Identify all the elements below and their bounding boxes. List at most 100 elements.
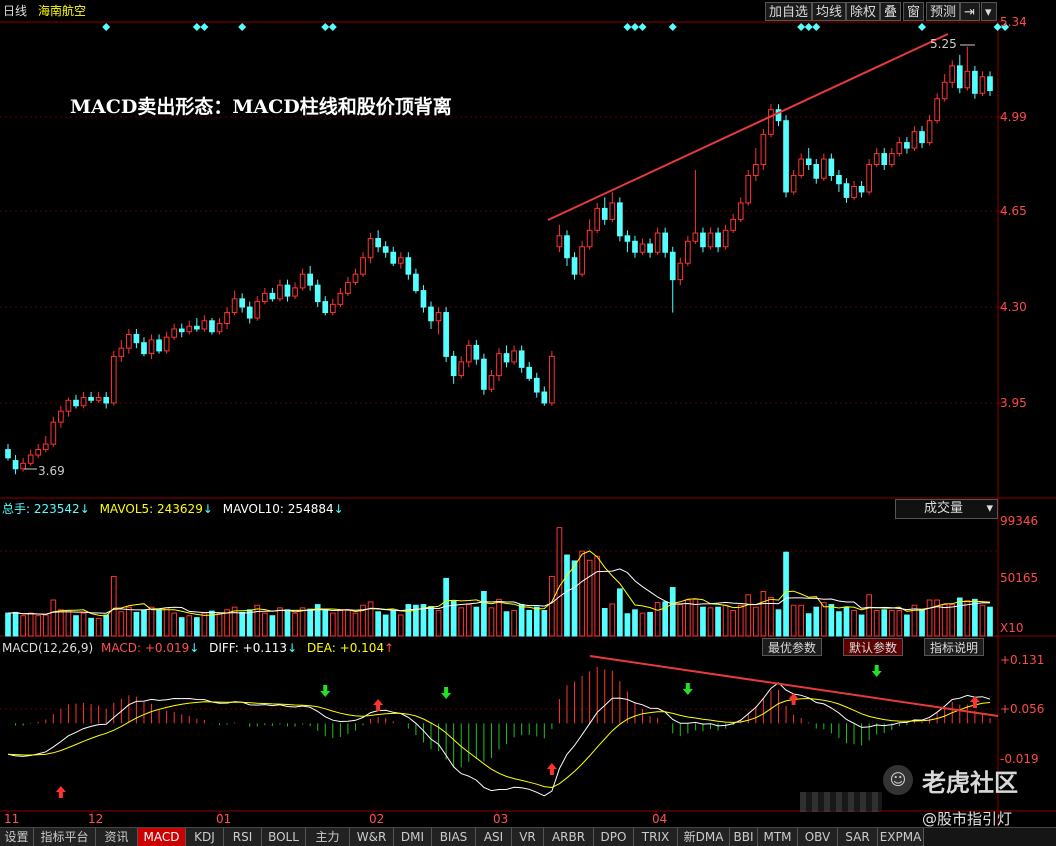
candle-body xyxy=(609,202,616,220)
candle-body xyxy=(163,336,170,352)
candle-body xyxy=(858,185,865,193)
candle-body xyxy=(934,98,940,122)
buy-arrow-icon xyxy=(546,763,557,775)
volume-bar xyxy=(299,607,306,637)
candle-body xyxy=(103,397,110,404)
volume-bar xyxy=(941,604,948,637)
volume-bar xyxy=(866,594,872,637)
volume-bar xyxy=(118,611,125,637)
candle-body xyxy=(601,207,608,220)
tab-rsi[interactable]: RSI xyxy=(224,828,262,846)
candle-body xyxy=(443,312,449,357)
volume-bar xyxy=(647,611,653,637)
tab-mtm[interactable]: MTM xyxy=(758,828,798,846)
tab-bbi[interactable]: BBI xyxy=(730,828,758,846)
volume-selector[interactable]: 成交量 ▾ xyxy=(895,499,998,519)
tab-arbr[interactable]: ARBR xyxy=(544,828,594,846)
volume-bar xyxy=(88,617,94,637)
dea-value: +0.104 xyxy=(339,641,385,655)
volume-bar xyxy=(148,606,155,637)
tab-boll[interactable]: BOLL xyxy=(262,828,306,846)
volume-bar xyxy=(873,609,880,637)
volume-bar xyxy=(556,527,563,637)
volume-bar xyxy=(435,609,442,637)
volume-bar xyxy=(722,604,729,637)
candle-body xyxy=(148,339,155,355)
candle-body xyxy=(133,333,140,344)
volume-bar xyxy=(919,609,925,637)
tab-sar[interactable]: SAR xyxy=(838,828,878,846)
candle-body xyxy=(941,81,948,100)
candle-body xyxy=(820,158,827,179)
arrow-down-icon: ↓ xyxy=(189,641,200,655)
candle-body xyxy=(564,235,570,259)
tab-kdj[interactable]: KDJ xyxy=(186,828,224,846)
signal-diamond xyxy=(918,23,927,31)
month-label: 02 xyxy=(369,812,385,826)
candle-body xyxy=(836,174,842,185)
tab-macd[interactable]: MACD xyxy=(138,828,186,846)
candle-body xyxy=(511,350,517,363)
candle-body xyxy=(216,323,223,333)
candle-body xyxy=(126,333,132,349)
volume-axis-label: X10 xyxy=(1000,621,1024,635)
candle-body xyxy=(722,229,729,248)
candle-body xyxy=(65,399,72,412)
volume-bar xyxy=(20,615,26,637)
volume-bar xyxy=(549,575,555,637)
tab-bias[interactable]: BIAS xyxy=(432,828,476,846)
volume-bar xyxy=(775,609,782,637)
tiger-logo-icon: ☺ xyxy=(883,765,913,795)
indicator-help-button[interactable]: 指标说明 xyxy=(924,638,985,656)
candle-body xyxy=(35,449,42,456)
tab-dmi[interactable]: DMI xyxy=(394,828,432,846)
volume-bar xyxy=(397,614,404,637)
volume-bar xyxy=(669,587,676,637)
volume-bar xyxy=(654,602,661,637)
signal-diamond xyxy=(328,23,337,31)
volume-bar xyxy=(367,601,374,637)
candle-body xyxy=(307,273,313,286)
tab-[interactable]: 主力 xyxy=(306,828,350,846)
optimal-params-button[interactable]: 最优参数 xyxy=(762,638,823,656)
tab-wr[interactable]: W&R xyxy=(350,828,394,846)
tab-asi[interactable]: ASI xyxy=(476,828,512,846)
candle-body xyxy=(246,306,253,319)
candle-body xyxy=(700,232,706,248)
tab-[interactable]: 指标平台 xyxy=(34,828,96,846)
month-label: 03 xyxy=(493,812,509,826)
tab-[interactable]: 资讯 xyxy=(96,828,138,846)
volume-bar xyxy=(639,612,646,637)
volume-bar xyxy=(836,611,842,637)
candle-body xyxy=(677,262,684,281)
arrow-up-icon: ↑ xyxy=(384,641,395,655)
candle-body xyxy=(979,76,986,94)
default-params-button[interactable]: 默认参数 xyxy=(843,638,904,656)
volume-bar xyxy=(888,609,895,637)
candle-body xyxy=(526,366,533,379)
volume-bar xyxy=(533,606,540,637)
volume-bar xyxy=(95,617,102,637)
candle-body xyxy=(594,207,601,231)
tab-expma[interactable]: EXPMA xyxy=(878,828,924,846)
price-axis-label: 4.65 xyxy=(1000,204,1027,218)
volume-bar xyxy=(329,612,336,637)
tab-obv[interactable]: OBV xyxy=(798,828,838,846)
volume-bar xyxy=(843,606,850,637)
volume-bar xyxy=(518,604,525,637)
candle-body xyxy=(972,70,978,94)
candle-body xyxy=(715,232,721,248)
tab-dpo[interactable]: DPO xyxy=(594,828,634,846)
price-axis-label: 4.30 xyxy=(1000,300,1027,314)
tab-trix[interactable]: TRIX xyxy=(634,828,678,846)
signal-diamond xyxy=(797,23,806,31)
tab-vr[interactable]: VR xyxy=(512,828,544,846)
candle-body xyxy=(382,246,389,253)
tab-dma[interactable]: 新DMA xyxy=(678,828,730,846)
volume-bar xyxy=(65,609,72,637)
candle-body xyxy=(110,355,117,404)
tab-[interactable]: 设置 xyxy=(0,828,34,846)
macd-label: MACD: xyxy=(100,641,141,655)
signal-markers xyxy=(102,23,1010,31)
mavol5-value: 243629 xyxy=(157,502,203,516)
